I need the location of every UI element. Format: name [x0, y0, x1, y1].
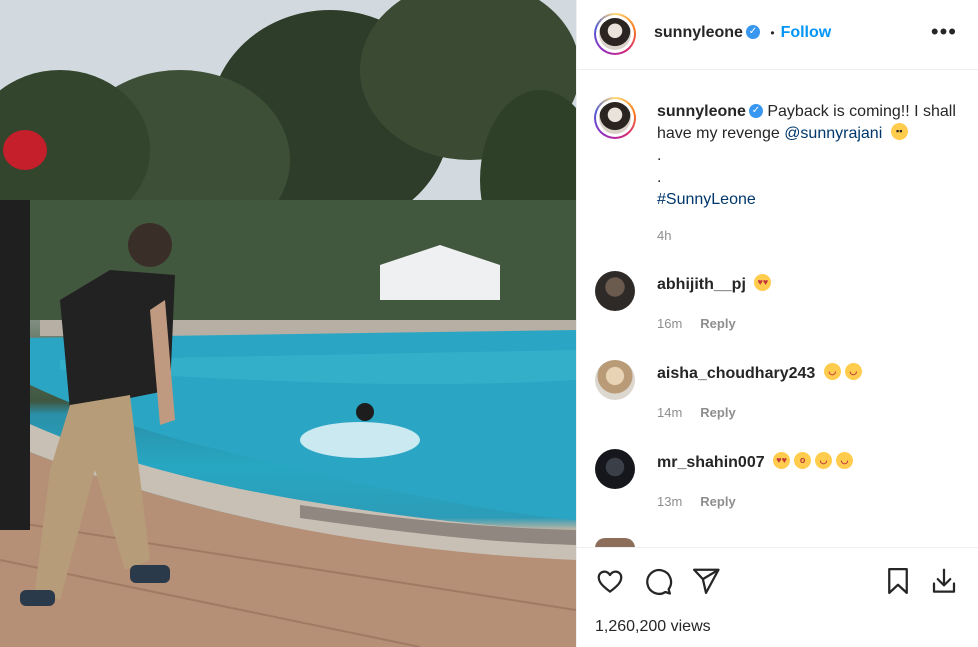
tears-of-joy-emoji-icon: ◡ [844, 363, 862, 381]
comment-timestamp[interactable]: 13m [657, 494, 682, 509]
astonished-emoji-icon: o [794, 452, 812, 470]
post-caption: sunnyleone ✓ Payback is coming!! I shall … [657, 101, 957, 247]
comment-username[interactable]: mr_shahin007 [657, 454, 765, 471]
commenter-avatar[interactable] [595, 360, 635, 400]
view-count: 1,260,200 views [595, 618, 711, 635]
comment-bubble-icon[interactable] [643, 566, 673, 596]
caption-dot-1: . [657, 147, 662, 164]
reply-button[interactable]: Reply [700, 405, 735, 420]
reply-button[interactable]: Reply [700, 494, 735, 509]
sunglasses-emoji-icon: ▪▪ [890, 123, 908, 141]
author-line: sunnyleone ✓ • Follow [654, 24, 831, 42]
author-username[interactable]: sunnyleone [654, 24, 743, 41]
comment-text: abhijith__pj ♥♥ [657, 274, 772, 294]
post-panel: sunnyleone ✓ • Follow ••• sunnyleone ✓ Payb… [576, 0, 978, 647]
share-send-icon[interactable] [691, 566, 721, 596]
verified-badge-icon: ✓ [745, 24, 760, 39]
comment-text: mr_shahin007 ♥♥ o ◡ ◡ [657, 452, 854, 472]
more-options-icon[interactable]: ••• [931, 21, 957, 43]
save-bookmark-icon[interactable] [883, 566, 913, 596]
like-heart-icon[interactable] [595, 566, 625, 596]
author-avatar[interactable] [594, 13, 636, 55]
comment-timestamp[interactable]: 16m [657, 316, 682, 331]
comment-username[interactable]: aisha_choudhary243 [657, 365, 815, 382]
caption-username[interactable]: sunnyleone [657, 103, 746, 120]
caption-dot-2: . [657, 169, 662, 186]
comment-meta: 14m Reply [657, 405, 736, 420]
caption-hashtag-link[interactable]: #SunnyLeone [657, 191, 756, 208]
tears-of-joy-emoji-icon: ◡ [823, 363, 841, 381]
comment-timestamp[interactable]: 14m [657, 405, 682, 420]
reply-button[interactable]: Reply [700, 316, 735, 331]
follow-button[interactable]: Follow [781, 24, 832, 41]
tears-of-joy-emoji-icon: ◡ [815, 452, 833, 470]
tears-of-joy-emoji-icon: ◡ [836, 452, 854, 470]
post-video[interactable] [0, 0, 576, 647]
caption-timestamp[interactable]: 4h [657, 225, 957, 247]
comment-meta: 16m Reply [657, 316, 736, 331]
download-icon[interactable] [929, 566, 959, 596]
verified-badge-icon: ✓ [748, 103, 763, 118]
comment-meta: 13m Reply [657, 494, 736, 509]
comment-text: aisha_choudhary243 ◡ ◡ [657, 363, 862, 383]
heart-eyes-emoji-icon: ♥♥ [754, 274, 772, 292]
post-actions-bar: 1,260,200 views [577, 547, 978, 647]
caption-avatar[interactable] [594, 97, 636, 139]
commenter-avatar[interactable] [595, 449, 635, 489]
post-header: sunnyleone ✓ • Follow ••• [577, 0, 978, 70]
heart-eyes-emoji-icon: ♥♥ [773, 452, 791, 470]
pool-scene-illustration [0, 0, 576, 647]
header-separator: • [770, 26, 775, 40]
commenter-avatar[interactable] [595, 271, 635, 311]
comment-username[interactable]: abhijith__pj [657, 276, 746, 293]
caption-mention-link[interactable]: @sunnyrajani [784, 125, 882, 142]
